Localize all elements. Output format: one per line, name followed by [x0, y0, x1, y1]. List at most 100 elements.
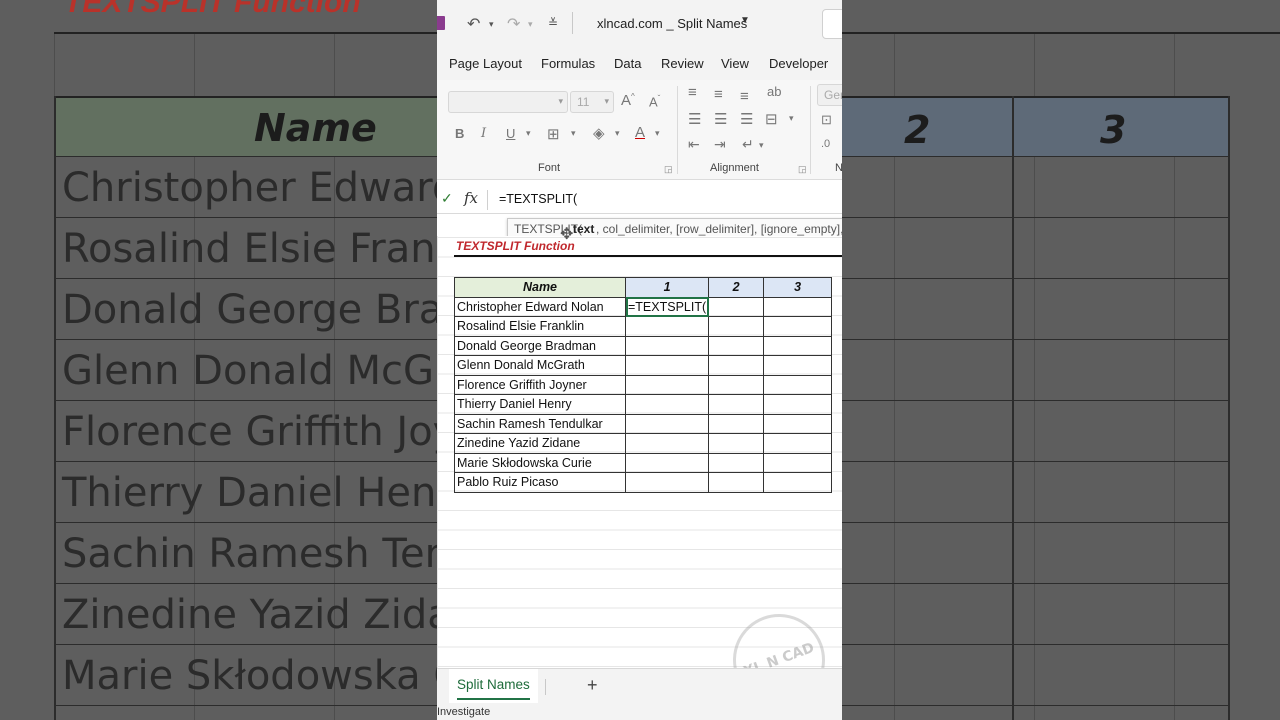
- formula-input[interactable]: =TEXTSPLIT(: [499, 192, 577, 206]
- cell[interactable]: [708, 394, 765, 415]
- cell[interactable]: [624, 374, 710, 395]
- cell[interactable]: [763, 413, 833, 434]
- cell[interactable]: [624, 335, 710, 356]
- chevron-down-icon[interactable]: ▼: [740, 15, 750, 26]
- cell[interactable]: [763, 296, 833, 317]
- number-format-dropdown[interactable]: Gen: [817, 84, 842, 106]
- header-col-2[interactable]: 2: [708, 277, 765, 298]
- name-cell[interactable]: Thierry Daniel Henry: [454, 394, 626, 415]
- chevron-down-icon[interactable]: ▾: [655, 128, 660, 139]
- orientation-icon[interactable]: ab: [767, 84, 781, 99]
- redo-dropdown-icon[interactable]: ▾: [528, 19, 533, 30]
- chevron-down-icon[interactable]: ▾: [571, 128, 576, 139]
- cell[interactable]: [624, 394, 710, 415]
- cell[interactable]: [708, 296, 765, 317]
- cell[interactable]: [624, 472, 710, 493]
- sheet-tab-split-names[interactable]: Split Names: [449, 669, 538, 703]
- tab-data[interactable]: Data: [614, 56, 641, 71]
- chevron-down-icon[interactable]: ▾: [615, 128, 620, 139]
- accounting-format-icon[interactable]: ⊡: [821, 112, 832, 128]
- document-title[interactable]: xlncad.com _ Split Names: [597, 16, 747, 31]
- search-box[interactable]: [822, 9, 842, 39]
- align-left-icon[interactable]: ☰: [688, 110, 701, 128]
- font-color-icon[interactable]: A: [635, 124, 645, 141]
- tab-developer[interactable]: Developer: [769, 56, 828, 71]
- save-icon[interactable]: [437, 16, 445, 30]
- name-cell[interactable]: Glenn Donald McGrath: [454, 355, 626, 376]
- cell[interactable]: [708, 413, 765, 434]
- add-sheet-button[interactable]: +: [587, 675, 598, 696]
- cell[interactable]: [763, 355, 833, 376]
- worksheet[interactable]: TEXTSPLIT Function Name 1 2 3 Christophe…: [437, 236, 842, 668]
- italic-icon[interactable]: I: [481, 126, 486, 141]
- cell[interactable]: [708, 452, 765, 473]
- font-name-dropdown[interactable]: ▾: [448, 91, 568, 113]
- increase-font-icon[interactable]: A^: [621, 92, 635, 109]
- fill-color-icon[interactable]: ◈: [593, 124, 605, 142]
- header-name[interactable]: Name: [454, 277, 626, 298]
- cell[interactable]: [708, 335, 765, 356]
- name-cell[interactable]: Christopher Edward Nolan: [454, 296, 626, 317]
- tab-review[interactable]: Review: [661, 56, 704, 71]
- cell[interactable]: [708, 433, 765, 454]
- fx-icon[interactable]: fx: [464, 189, 478, 207]
- cell[interactable]: [763, 472, 833, 493]
- align-center-icon[interactable]: ☰: [714, 110, 727, 128]
- chevron-down-icon[interactable]: ▾: [759, 140, 764, 151]
- underline-icon[interactable]: U: [506, 126, 515, 141]
- check-icon[interactable]: ✓: [441, 190, 453, 207]
- font-size-dropdown[interactable]: 11 ▾: [570, 91, 614, 113]
- chevron-down-icon[interactable]: ▾: [789, 113, 794, 124]
- tab-formulas[interactable]: Formulas: [541, 56, 595, 71]
- chevron-down-icon[interactable]: ▾: [526, 128, 531, 139]
- cell[interactable]: [763, 335, 833, 356]
- move-cursor-icon: ✥: [560, 226, 574, 243]
- customize-quick-access-icon[interactable]: ≚: [548, 16, 558, 30]
- undo-icon[interactable]: ↶: [467, 14, 480, 34]
- cell[interactable]: [624, 433, 710, 454]
- dialog-launcher-icon[interactable]: ◲: [798, 164, 807, 175]
- name-cell[interactable]: Zinedine Yazid Zidane: [454, 433, 626, 454]
- tab-view[interactable]: View: [721, 56, 749, 71]
- cell[interactable]: [624, 452, 710, 473]
- redo-icon[interactable]: ↷: [507, 14, 520, 34]
- name-cell[interactable]: Marie Skłodowska Curie: [454, 452, 626, 473]
- merge-center-icon[interactable]: ⊟: [765, 110, 778, 128]
- borders-icon[interactable]: ⊞: [547, 125, 560, 143]
- cell[interactable]: [763, 316, 833, 337]
- undo-dropdown-icon[interactable]: ▾: [489, 19, 494, 30]
- active-cell[interactable]: =TEXTSPLIT(: [624, 296, 710, 317]
- cell[interactable]: [763, 452, 833, 473]
- cell[interactable]: [763, 394, 833, 415]
- cell[interactable]: [763, 374, 833, 395]
- align-top-icon[interactable]: ≡: [688, 84, 697, 101]
- cell[interactable]: [624, 316, 710, 337]
- name-cell[interactable]: Rosalind Elsie Franklin: [454, 316, 626, 337]
- cell[interactable]: [624, 413, 710, 434]
- cell[interactable]: [708, 472, 765, 493]
- increase-indent-icon[interactable]: ⇥: [714, 136, 726, 153]
- cell[interactable]: [708, 374, 765, 395]
- tooltip-arg-text[interactable]: text: [573, 222, 594, 236]
- cell[interactable]: [624, 355, 710, 376]
- name-cell[interactable]: Donald George Bradman: [454, 335, 626, 356]
- align-right-icon[interactable]: ☰: [740, 110, 753, 128]
- align-bottom-icon[interactable]: ≡: [740, 88, 749, 105]
- decrease-font-icon[interactable]: Aˇ: [649, 94, 660, 109]
- status-text[interactable]: Investigate: [437, 706, 490, 718]
- header-col-3[interactable]: 3: [763, 277, 833, 298]
- header-col-1[interactable]: 1: [624, 277, 710, 298]
- cell[interactable]: [763, 433, 833, 454]
- bold-icon[interactable]: B: [455, 126, 464, 141]
- name-cell[interactable]: Florence Griffith Joyner: [454, 374, 626, 395]
- decimal-icon[interactable]: .0: [821, 138, 830, 150]
- cell[interactable]: [708, 316, 765, 337]
- tab-page-layout[interactable]: Page Layout: [449, 56, 522, 71]
- dialog-launcher-icon[interactable]: ◲: [664, 164, 673, 175]
- name-cell[interactable]: Sachin Ramesh Tendulkar: [454, 413, 626, 434]
- align-middle-icon[interactable]: ≡: [714, 86, 723, 103]
- wrap-text-icon[interactable]: ↵: [742, 136, 754, 153]
- name-cell[interactable]: Pablo Ruiz Picaso: [454, 472, 626, 493]
- cell[interactable]: [708, 355, 765, 376]
- decrease-indent-icon[interactable]: ⇤: [688, 136, 700, 153]
